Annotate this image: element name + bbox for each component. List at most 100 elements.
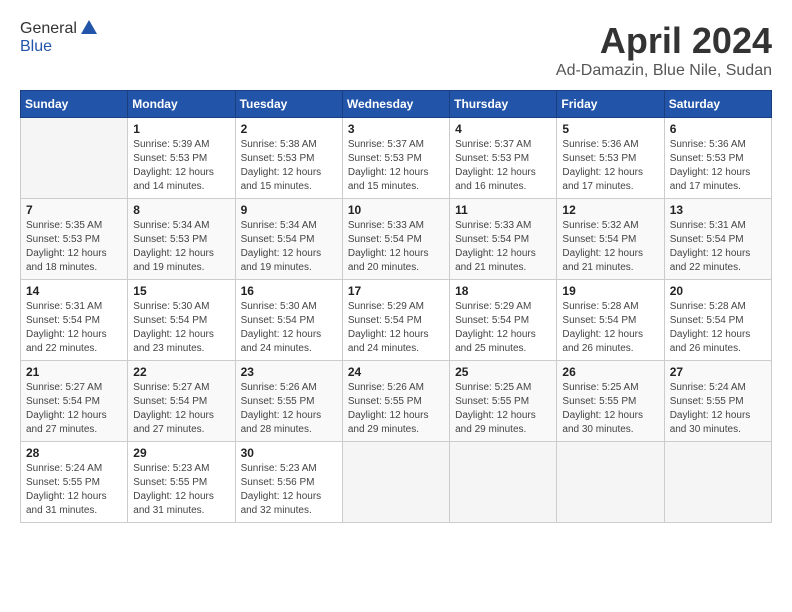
calendar-cell bbox=[21, 118, 128, 199]
calendar-cell: 12 Sunrise: 5:32 AMSunset: 5:54 PMDayligh… bbox=[557, 199, 664, 280]
day-number: 21 bbox=[26, 365, 122, 379]
day-info: Sunrise: 5:25 AMSunset: 5:55 PMDaylight:… bbox=[455, 381, 551, 437]
calendar-cell: 16 Sunrise: 5:30 AMSunset: 5:54 PMDayligh… bbox=[235, 280, 342, 361]
day-number: 26 bbox=[562, 365, 658, 379]
calendar-cell bbox=[450, 442, 557, 523]
calendar-cell: 1 Sunrise: 5:39 AMSunset: 5:53 PMDaylight… bbox=[128, 118, 235, 199]
calendar-cell: 24 Sunrise: 5:26 AMSunset: 5:55 PMDayligh… bbox=[342, 361, 449, 442]
calendar-week-row: 7 Sunrise: 5:35 AMSunset: 5:53 PMDaylight… bbox=[21, 199, 772, 280]
calendar-header-thursday: Thursday bbox=[450, 91, 557, 118]
day-number: 17 bbox=[348, 284, 444, 298]
day-number: 22 bbox=[133, 365, 229, 379]
calendar-cell: 2Sunrise: 5:38 AMSunset: 5:53 PMDaylight… bbox=[235, 118, 342, 199]
calendar-header-row: SundayMondayTuesdayWednesdayThursdayFrid… bbox=[21, 91, 772, 118]
page-header: General Blue April 2024 Ad-Damazin, Blue… bbox=[20, 20, 772, 80]
day-info: Sunrise: 5:37 AMSunset: 5:53 PMDaylight:… bbox=[455, 138, 551, 194]
day-info: Sunrise: 5:30 AMSunset: 5:54 PMDaylight:… bbox=[241, 300, 337, 356]
calendar-cell: 13 Sunrise: 5:31 AMSunset: 5:54 PMDayligh… bbox=[664, 199, 771, 280]
calendar-cell: 4 Sunrise: 5:37 AMSunset: 5:53 PMDaylight… bbox=[450, 118, 557, 199]
day-number: 18 bbox=[455, 284, 551, 298]
day-info: Sunrise: 5:34 AMSunset: 5:54 PMDaylight:… bbox=[241, 219, 337, 275]
title-section: April 2024 Ad-Damazin, Blue Nile, Sudan bbox=[556, 20, 772, 80]
calendar-cell bbox=[557, 442, 664, 523]
calendar-cell: 9 Sunrise: 5:34 AMSunset: 5:54 PMDaylight… bbox=[235, 199, 342, 280]
day-info: Sunrise: 5:25 AMSunset: 5:55 PMDaylight:… bbox=[562, 381, 658, 437]
day-info: Sunrise: 5:33 AMSunset: 5:54 PMDaylight:… bbox=[455, 219, 551, 275]
day-info: Sunrise: 5:39 AMSunset: 5:53 PMDaylight:… bbox=[133, 138, 229, 194]
day-number: 11 bbox=[455, 203, 551, 217]
calendar-cell: 30Sunrise: 5:23 AMSunset: 5:56 PMDayligh… bbox=[235, 442, 342, 523]
calendar-header-monday: Monday bbox=[128, 91, 235, 118]
day-info: Sunrise: 5:29 AMSunset: 5:54 PMDaylight:… bbox=[455, 300, 551, 356]
day-number: 13 bbox=[670, 203, 766, 217]
day-number: 29 bbox=[133, 446, 229, 460]
day-number: 15 bbox=[133, 284, 229, 298]
calendar-header-tuesday: Tuesday bbox=[235, 91, 342, 118]
day-info: Sunrise: 5:31 AMSunset: 5:54 PMDaylight:… bbox=[670, 219, 766, 275]
calendar-cell: 19 Sunrise: 5:28 AMSunset: 5:54 PMDayligh… bbox=[557, 280, 664, 361]
calendar-week-row: 1 Sunrise: 5:39 AMSunset: 5:53 PMDaylight… bbox=[21, 118, 772, 199]
calendar-cell: 23Sunrise: 5:26 AMSunset: 5:55 PMDayligh… bbox=[235, 361, 342, 442]
day-number: 25 bbox=[455, 365, 551, 379]
calendar-cell: 14Sunrise: 5:31 AMSunset: 5:54 PMDayligh… bbox=[21, 280, 128, 361]
day-number: 3 bbox=[348, 122, 444, 136]
calendar-cell: 6 Sunrise: 5:36 AMSunset: 5:53 PMDaylight… bbox=[664, 118, 771, 199]
calendar-cell: 25 Sunrise: 5:25 AMSunset: 5:55 PMDayligh… bbox=[450, 361, 557, 442]
calendar-header-sunday: Sunday bbox=[21, 91, 128, 118]
day-info: Sunrise: 5:28 AMSunset: 5:54 PMDaylight:… bbox=[562, 300, 658, 356]
day-info: Sunrise: 5:33 AMSunset: 5:54 PMDaylight:… bbox=[348, 219, 444, 275]
day-number: 9 bbox=[241, 203, 337, 217]
calendar-cell: 15 Sunrise: 5:30 AMSunset: 5:54 PMDayligh… bbox=[128, 280, 235, 361]
day-number: 8 bbox=[133, 203, 229, 217]
day-info: Sunrise: 5:36 AMSunset: 5:53 PMDaylight:… bbox=[670, 138, 766, 194]
day-number: 6 bbox=[670, 122, 766, 136]
calendar-cell: 10 Sunrise: 5:33 AMSunset: 5:54 PMDayligh… bbox=[342, 199, 449, 280]
day-number: 7 bbox=[26, 203, 122, 217]
day-info: Sunrise: 5:24 AMSunset: 5:55 PMDaylight:… bbox=[26, 462, 122, 518]
calendar-cell: 18 Sunrise: 5:29 AMSunset: 5:54 PMDayligh… bbox=[450, 280, 557, 361]
day-number: 20 bbox=[670, 284, 766, 298]
calendar-header-saturday: Saturday bbox=[664, 91, 771, 118]
calendar-cell: 22 Sunrise: 5:27 AMSunset: 5:54 PMDayligh… bbox=[128, 361, 235, 442]
calendar-cell: 8 Sunrise: 5:34 AMSunset: 5:53 PMDaylight… bbox=[128, 199, 235, 280]
calendar-cell: 26 Sunrise: 5:25 AMSunset: 5:55 PMDayligh… bbox=[557, 361, 664, 442]
day-info: Sunrise: 5:30 AMSunset: 5:54 PMDaylight:… bbox=[133, 300, 229, 356]
calendar-cell: 5Sunrise: 5:36 AMSunset: 5:53 PMDaylight… bbox=[557, 118, 664, 199]
day-info: Sunrise: 5:38 AMSunset: 5:53 PMDaylight:… bbox=[241, 138, 337, 194]
calendar-table: SundayMondayTuesdayWednesdayThursdayFrid… bbox=[20, 90, 772, 523]
logo-general: General bbox=[20, 20, 77, 38]
calendar-cell: 28 Sunrise: 5:24 AMSunset: 5:55 PMDayligh… bbox=[21, 442, 128, 523]
calendar-cell: 17Sunrise: 5:29 AMSunset: 5:54 PMDayligh… bbox=[342, 280, 449, 361]
day-number: 16 bbox=[241, 284, 337, 298]
day-info: Sunrise: 5:32 AMSunset: 5:54 PMDaylight:… bbox=[562, 219, 658, 275]
day-info: Sunrise: 5:36 AMSunset: 5:53 PMDaylight:… bbox=[562, 138, 658, 194]
day-info: Sunrise: 5:26 AMSunset: 5:55 PMDaylight:… bbox=[348, 381, 444, 437]
day-number: 4 bbox=[455, 122, 551, 136]
day-number: 12 bbox=[562, 203, 658, 217]
calendar-cell: 3Sunrise: 5:37 AMSunset: 5:53 PMDaylight… bbox=[342, 118, 449, 199]
day-number: 19 bbox=[562, 284, 658, 298]
calendar-header-friday: Friday bbox=[557, 91, 664, 118]
calendar-header-wednesday: Wednesday bbox=[342, 91, 449, 118]
day-info: Sunrise: 5:31 AMSunset: 5:54 PMDaylight:… bbox=[26, 300, 122, 356]
calendar-cell: 20Sunrise: 5:28 AMSunset: 5:54 PMDayligh… bbox=[664, 280, 771, 361]
day-info: Sunrise: 5:34 AMSunset: 5:53 PMDaylight:… bbox=[133, 219, 229, 275]
calendar-cell bbox=[664, 442, 771, 523]
calendar-cell: 27Sunrise: 5:24 AMSunset: 5:55 PMDayligh… bbox=[664, 361, 771, 442]
calendar-week-row: 21 Sunrise: 5:27 AMSunset: 5:54 PMDayligh… bbox=[21, 361, 772, 442]
day-number: 1 bbox=[133, 122, 229, 136]
day-info: Sunrise: 5:35 AMSunset: 5:53 PMDaylight:… bbox=[26, 219, 122, 275]
calendar-cell bbox=[342, 442, 449, 523]
day-number: 28 bbox=[26, 446, 122, 460]
day-info: Sunrise: 5:24 AMSunset: 5:55 PMDaylight:… bbox=[670, 381, 766, 437]
day-number: 23 bbox=[241, 365, 337, 379]
calendar-cell: 29 Sunrise: 5:23 AMSunset: 5:55 PMDayligh… bbox=[128, 442, 235, 523]
day-info: Sunrise: 5:23 AMSunset: 5:55 PMDaylight:… bbox=[133, 462, 229, 518]
logo-triangle-icon bbox=[79, 18, 99, 38]
day-number: 24 bbox=[348, 365, 444, 379]
logo-blue: Blue bbox=[20, 38, 99, 56]
day-info: Sunrise: 5:27 AMSunset: 5:54 PMDaylight:… bbox=[26, 381, 122, 437]
day-number: 10 bbox=[348, 203, 444, 217]
page-title: April 2024 bbox=[556, 20, 772, 62]
day-info: Sunrise: 5:27 AMSunset: 5:54 PMDaylight:… bbox=[133, 381, 229, 437]
